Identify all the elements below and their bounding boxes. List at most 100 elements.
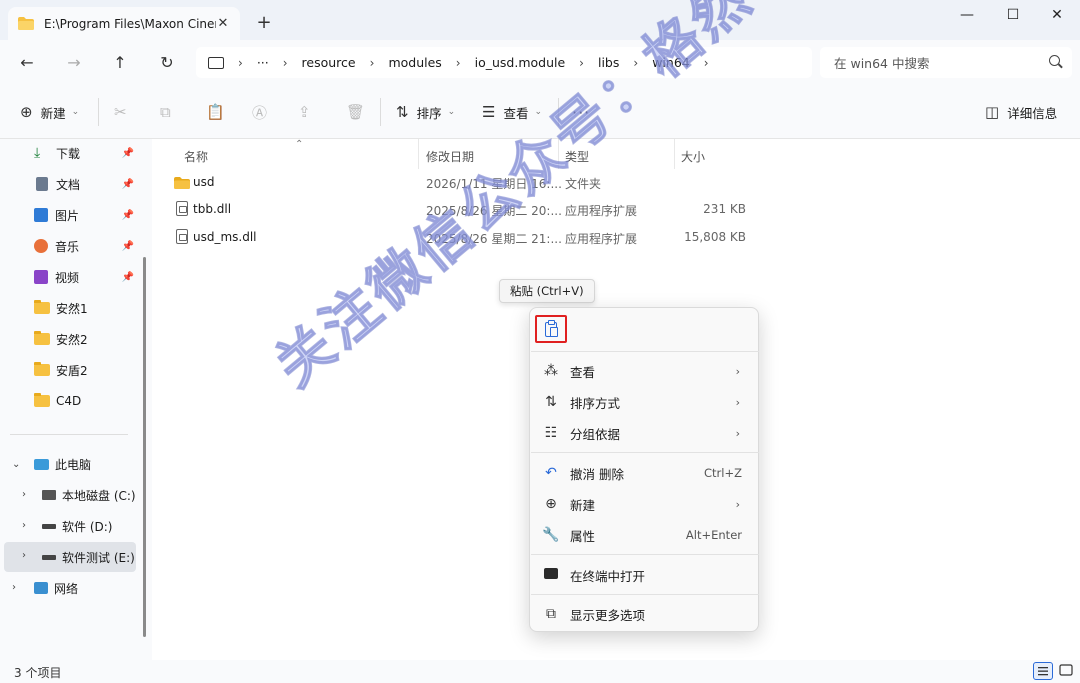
menu-item-sort-by[interactable]: ⇅ 排序方式 › [534, 387, 754, 417]
minimize-button[interactable]: — [944, 6, 990, 24]
menu-item-undo-delete[interactable]: ↶ 撤消 删除 Ctrl+Z [534, 458, 754, 488]
pin-icon[interactable]: 📌 [122, 210, 134, 221]
sort-button[interactable]: ⇅ 排序 ⌄ [396, 101, 455, 123]
column-header-size[interactable]: 大小 [681, 143, 705, 169]
tiles-view-button[interactable] [1057, 662, 1077, 680]
maximize-button[interactable]: ☐ [990, 6, 1036, 24]
list-icon [1038, 667, 1048, 676]
file-row-usd[interactable]: usd 2026/1/11 星期日 16:... 文件夹 [168, 169, 768, 195]
column-divider[interactable] [418, 139, 419, 169]
tiles-icon [1059, 664, 1073, 676]
search-icon [1049, 55, 1060, 66]
up-button[interactable]: ↑ [108, 52, 132, 74]
sidebar-item-pictures[interactable]: 图片 📌 [34, 202, 140, 228]
sidebar-item-music[interactable]: 音乐 📌 [34, 233, 140, 259]
chevron-right-icon[interactable]: › [22, 550, 26, 561]
plus-circle-icon: ⊕ [545, 496, 557, 512]
column-divider[interactable] [674, 139, 675, 169]
pin-icon[interactable]: 📌 [122, 148, 134, 159]
menu-item-properties[interactable]: 🔧 属性 Alt+Enter [534, 520, 754, 550]
chevron-right-icon: › [735, 426, 740, 440]
pin-icon[interactable]: 📌 [122, 272, 134, 283]
menu-separator [531, 594, 759, 595]
external-link-icon: ⧉ [546, 606, 556, 622]
close-window-button[interactable]: ✕ [1034, 6, 1080, 24]
forward-button[interactable]: → [62, 52, 86, 74]
sidebar-item-videos[interactable]: 视频 📌 [34, 264, 140, 290]
explorer-tab[interactable]: E:\Program Files\Maxon Cinen ✕ [8, 7, 240, 40]
breadcrumb-libs[interactable]: libs [598, 55, 619, 70]
music-icon [34, 239, 48, 253]
breadcrumb-win64[interactable]: win64 [652, 55, 690, 70]
sidebar-item-downloads[interactable]: ⤓ 下载 📌 [34, 140, 140, 166]
breadcrumb-chevron-icon: › [369, 55, 375, 70]
rename-button[interactable]: Ⓐ [252, 101, 275, 123]
breadcrumb-ellipsis[interactable]: ··· [257, 55, 269, 70]
chevron-right-icon[interactable]: › [22, 520, 26, 531]
copy-button[interactable]: ⧉ [160, 101, 179, 123]
breadcrumb-chevron-icon: › [633, 55, 639, 70]
folder-icon [34, 362, 50, 376]
column-divider[interactable] [558, 139, 559, 169]
breadcrumb-resource[interactable]: resource [302, 55, 356, 70]
sidebar-item-drive-d[interactable]: 软件 (D:) [42, 513, 140, 539]
sidebar-item-drive-e[interactable]: › 软件测试 (E:) [4, 542, 136, 572]
column-header-type[interactable]: 类型 [565, 143, 589, 169]
pin-icon[interactable]: 📌 [122, 241, 134, 252]
new-label: 新建 [40, 105, 66, 121]
file-row-usd-ms-dll[interactable]: usd_ms.dll 2025/8/26 星期二 21:... 应用程序扩展 1… [168, 224, 768, 250]
menu-item-view[interactable]: ⁂ 查看 › [534, 356, 754, 386]
new-button[interactable]: ⊕ 新建 ⌄ [20, 101, 79, 123]
file-type: 应用程序扩展 [565, 232, 638, 246]
chevron-right-icon[interactable]: › [12, 582, 16, 593]
pin-icon[interactable]: 📌 [122, 179, 134, 190]
chevron-right-icon[interactable]: › [22, 489, 26, 500]
file-row-tbb-dll[interactable]: tbb.dll 2025/8/26 星期二 20:... 应用程序扩展 231 … [168, 196, 768, 222]
breadcrumb-chevron-icon: › [579, 55, 584, 70]
toolbar-divider [380, 98, 381, 126]
paste-button[interactable]: 📋 [206, 101, 233, 123]
cut-button[interactable]: ✂ [114, 101, 135, 123]
sidebar-item-label: 此电脑 [55, 457, 92, 472]
tab-close-icon[interactable]: ✕ [216, 16, 230, 31]
dll-icon [176, 229, 188, 244]
sidebar-item-label: 视频 [55, 270, 80, 285]
search-input[interactable]: 在 win64 中搜索 [820, 47, 1072, 78]
details-pane-button[interactable]: ◫ 详细信息 [985, 101, 1057, 123]
back-button[interactable]: ← [15, 52, 39, 74]
context-paste-button[interactable] [535, 315, 567, 343]
sidebar-item-label: 文档 [56, 177, 81, 192]
menu-item-open-in-terminal[interactable]: 在终端中打开 [534, 560, 754, 590]
menu-item-label: 排序方式 [570, 395, 621, 411]
address-bar[interactable]: › ··· › resource › modules › io_usd.modu… [196, 47, 812, 78]
delete-button[interactable]: 🗑 [346, 101, 373, 123]
menu-item-label: 属性 [570, 528, 596, 544]
chevron-down-icon[interactable]: ⌄ [12, 459, 20, 470]
breadcrumb-io-usd-module[interactable]: io_usd.module [475, 55, 566, 70]
refresh-button[interactable]: ↻ [155, 52, 179, 74]
menu-separator [531, 554, 759, 555]
file-name: tbb.dll [193, 202, 232, 216]
search-placeholder: 在 win64 中搜索 [834, 56, 930, 71]
breadcrumb-chevron-icon[interactable]: › [704, 56, 709, 70]
menu-item-group-by[interactable]: ☷ 分组依据 › [534, 418, 754, 448]
item-count: 3 个项目 [14, 666, 62, 680]
windows-drive-icon [42, 490, 56, 500]
more-options-button[interactable]: ··· [572, 101, 590, 123]
file-type: 应用程序扩展 [565, 204, 638, 218]
sidebar-item-label: 安然1 [56, 301, 88, 316]
sidebar-item-documents[interactable]: 文档 📌 [34, 171, 140, 197]
sidebar-scrollbar[interactable] [143, 257, 146, 637]
paste-tooltip: 粘贴 (Ctrl+V) [499, 279, 595, 303]
column-header-name[interactable]: 名称 [184, 143, 208, 169]
details-view-button[interactable] [1033, 662, 1053, 680]
sidebar-item-drive-c[interactable]: 本地磁盘 (C:) [42, 482, 140, 508]
new-tab-button[interactable]: + [255, 12, 273, 33]
share-button[interactable]: ⇪ [298, 101, 319, 123]
view-button[interactable]: ☰ 查看 ⌄ [482, 101, 542, 123]
menu-item-new[interactable]: ⊕ 新建 › [534, 489, 754, 519]
file-name: usd [193, 175, 215, 189]
column-header-modified[interactable]: 修改日期 [426, 143, 474, 169]
breadcrumb-modules[interactable]: modules [388, 55, 441, 70]
menu-item-show-more-options[interactable]: ⧉ 显示更多选项 [534, 599, 754, 629]
